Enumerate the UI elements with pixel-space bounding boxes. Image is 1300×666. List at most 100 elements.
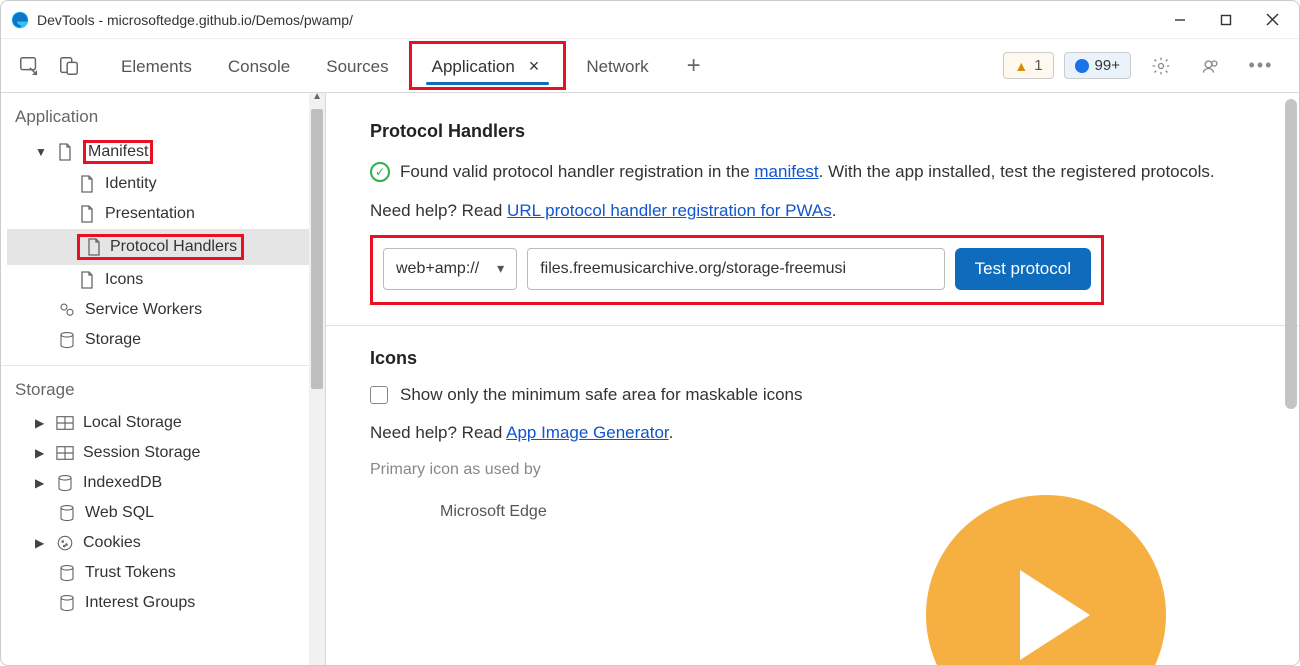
caret-right-icon: ▶ (35, 446, 47, 460)
inspect-icon[interactable] (9, 46, 49, 86)
more-icon[interactable]: ••• (1241, 46, 1281, 86)
maximize-button[interactable] (1203, 2, 1249, 38)
tree-protocol-handlers[interactable]: Protocol Handlers (7, 229, 325, 265)
protocol-url-value: files.freemusicarchive.org/storage-freem… (540, 260, 846, 278)
document-icon (77, 204, 97, 224)
device-toggle-icon[interactable] (49, 46, 89, 86)
tree-presentation[interactable]: Presentation (7, 199, 325, 229)
add-tab-button[interactable]: + (667, 52, 721, 80)
tree-cookies-label: Cookies (83, 534, 141, 552)
highlight-application-tab: Application × (409, 41, 567, 90)
protocol-url-input[interactable]: files.freemusicarchive.org/storage-freem… (527, 248, 944, 290)
icons-heading: Icons (370, 348, 1255, 369)
favicon-icon (11, 11, 29, 29)
primary-icon-label: Primary icon as used by (370, 461, 1255, 479)
protocol-help: Need help? Read URL protocol handler reg… (370, 201, 1255, 221)
protocol-select[interactable]: web+amp:// ▾ (383, 248, 517, 290)
warnings-badge[interactable]: ▲ 1 (1003, 52, 1053, 79)
check-circle-icon: ✓ (370, 162, 390, 182)
close-tab-icon[interactable]: × (525, 56, 544, 77)
document-icon (84, 237, 104, 257)
feedback-icon[interactable] (1191, 46, 1231, 86)
tree-interest-groups-label: Interest Groups (85, 594, 195, 612)
tab-console[interactable]: Console (210, 43, 308, 89)
tab-network[interactable]: Network (568, 43, 666, 89)
icons-help-suffix: . (669, 423, 674, 442)
manifest-link[interactable]: manifest (754, 162, 818, 181)
tree-manifest[interactable]: ▼ Manifest (7, 135, 325, 169)
close-button[interactable] (1249, 2, 1295, 38)
document-icon (77, 270, 97, 290)
tree-trust-tokens[interactable]: Trust Tokens (7, 558, 325, 588)
tree-indexeddb-label: IndexedDB (83, 474, 162, 492)
tabbar: Elements Console Sources Application × N… (1, 39, 1299, 93)
sidebar: Application ▼ Manifest Identity (1, 93, 326, 665)
tree-service-workers-label: Service Workers (85, 301, 202, 319)
protocol-select-value: web+amp:// (396, 260, 479, 278)
cookie-icon (55, 533, 75, 553)
tree-indexeddb[interactable]: ▶ IndexedDB (7, 468, 325, 498)
grid-icon (55, 413, 75, 433)
body: Application ▼ Manifest Identity (1, 93, 1299, 665)
main: Protocol Handlers ✓ Found valid protocol… (326, 93, 1299, 665)
tree-icons-label: Icons (105, 271, 143, 289)
main-scroll-thumb[interactable] (1285, 99, 1297, 409)
document-icon (77, 174, 97, 194)
icons-help-link[interactable]: App Image Generator (506, 423, 669, 442)
tree-cookies[interactable]: ▶ Cookies (7, 528, 325, 558)
tree-identity-label: Identity (105, 175, 157, 193)
database-icon (57, 593, 77, 613)
sidebar-scroll-thumb[interactable] (311, 109, 323, 389)
checkbox-icon[interactable] (370, 386, 388, 404)
caret-right-icon: ▶ (35, 536, 47, 550)
highlight-protocol-handlers: Protocol Handlers (77, 234, 244, 260)
protocol-status: ✓ Found valid protocol handler registrat… (370, 158, 1255, 187)
tab-application[interactable]: Application × (414, 46, 562, 85)
sidebar-section-application: Application (1, 93, 325, 135)
issues-badge[interactable]: 99+ (1064, 52, 1131, 79)
test-protocol-button[interactable]: Test protocol (955, 248, 1091, 290)
sidebar-scrollbar[interactable]: ▲ (309, 93, 325, 665)
tree-service-workers[interactable]: Service Workers (7, 295, 325, 325)
gears-icon (57, 300, 77, 320)
icons-help: Need help? Read App Image Generator. (370, 423, 1255, 443)
help-prefix: Need help? Read (370, 201, 507, 220)
caret-down-icon: ▼ (35, 145, 47, 159)
tab-sources[interactable]: Sources (308, 43, 406, 89)
chevron-down-icon: ▾ (497, 260, 504, 277)
warnings-count: 1 (1034, 57, 1042, 74)
devtools-window: DevTools - microsoftedge.github.io/Demos… (0, 0, 1300, 666)
highlight-protocol-test: web+amp:// ▾ files.freemusicarchive.org/… (370, 235, 1104, 305)
tree-session-storage[interactable]: ▶ Session Storage (7, 438, 325, 468)
tree-web-sql[interactable]: Web SQL (7, 498, 325, 528)
tab-elements[interactable]: Elements (103, 43, 210, 89)
tree-icons[interactable]: Icons (7, 265, 325, 295)
tree-local-storage[interactable]: ▶ Local Storage (7, 408, 325, 438)
highlight-manifest: Manifest (83, 140, 153, 164)
tree-storage-label: Storage (85, 331, 141, 349)
caret-right-icon: ▶ (35, 476, 47, 490)
database-icon (55, 473, 75, 493)
protocol-help-link[interactable]: URL protocol handler registration for PW… (507, 201, 832, 220)
tree-storage[interactable]: Storage (7, 325, 325, 355)
icons-help-prefix: Need help? Read (370, 423, 506, 442)
scroll-up-icon[interactable]: ▲ (312, 93, 322, 102)
titlebar: DevTools - microsoftedge.github.io/Demos… (1, 1, 1299, 39)
tree-identity[interactable]: Identity (7, 169, 325, 199)
tree-web-sql-label: Web SQL (85, 504, 154, 522)
tree-local-storage-label: Local Storage (83, 414, 182, 432)
minimize-button[interactable] (1157, 2, 1203, 38)
browser-name: Microsoft Edge (440, 503, 1255, 521)
settings-icon[interactable] (1141, 46, 1181, 86)
document-icon (55, 142, 75, 162)
database-icon (57, 503, 77, 523)
tree-manifest-label: Manifest (88, 143, 148, 160)
grid-icon (55, 443, 75, 463)
play-icon (1020, 570, 1090, 660)
status-text-prefix: Found valid protocol handler registratio… (400, 162, 754, 181)
tree-interest-groups[interactable]: Interest Groups (7, 588, 325, 618)
maskable-checkbox-row[interactable]: Show only the minimum safe area for mask… (370, 385, 1255, 405)
window-title: DevTools - microsoftedge.github.io/Demos… (37, 12, 353, 28)
maskable-checkbox-label: Show only the minimum safe area for mask… (400, 385, 803, 405)
toolbar-right: ▲ 1 99+ ••• (1003, 46, 1291, 86)
